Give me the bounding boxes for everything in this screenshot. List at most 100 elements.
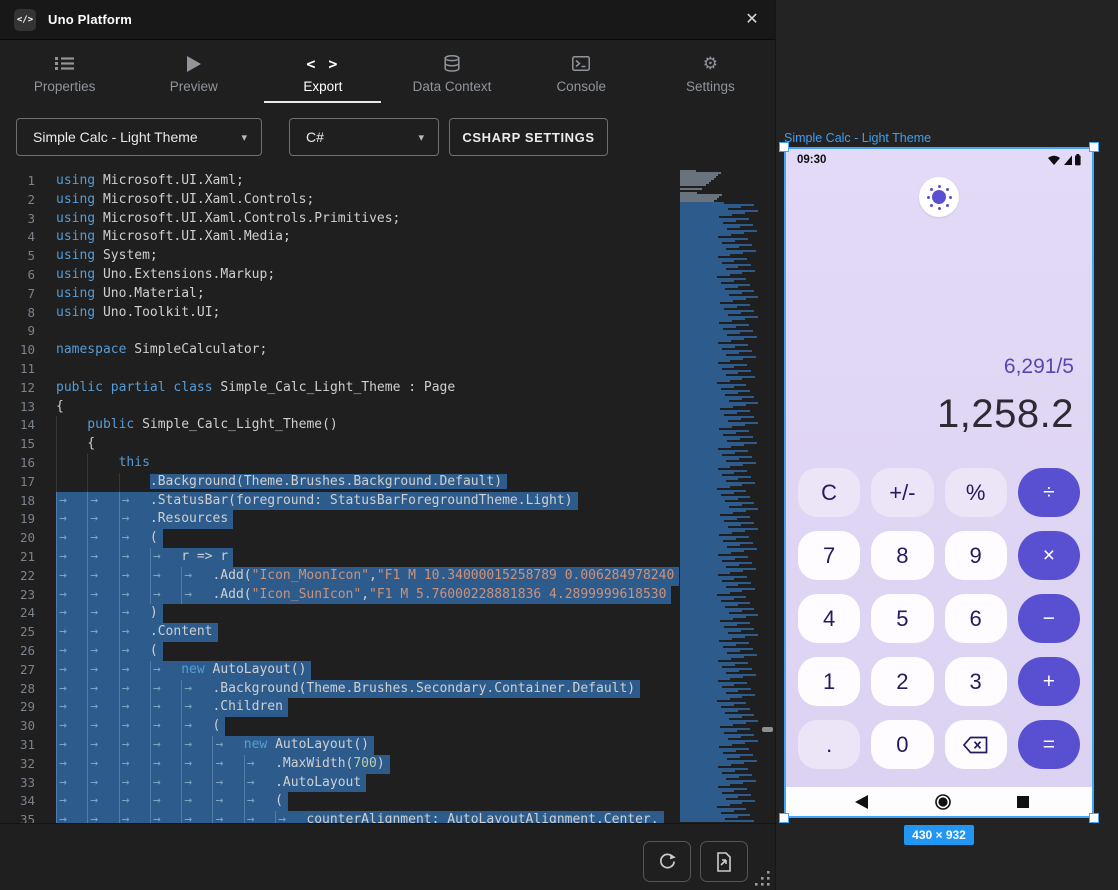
tab-export[interactable]: < >Export (258, 40, 387, 103)
resize-grip[interactable] (755, 871, 771, 887)
line-number: 18 (0, 492, 56, 511)
code-line-2[interactable]: 2using Microsoft.UI.Xaml.Controls; (0, 191, 680, 210)
key-1[interactable]: 1 (798, 657, 860, 706)
code-line-32[interactable]: 32.MaxWidth(700) (0, 755, 680, 774)
code-line-4[interactable]: 4using Microsoft.UI.Xaml.Media; (0, 228, 680, 247)
resize-handle-bottom-left[interactable] (779, 813, 789, 823)
code-line-16[interactable]: 16this (0, 454, 680, 473)
code-line-30[interactable]: 30( (0, 717, 680, 736)
export-file-button[interactable] (700, 841, 748, 882)
key-+[interactable]: + (1018, 657, 1080, 706)
export-file-icon (715, 852, 733, 872)
code-line-3[interactable]: 3using Microsoft.UI.Xaml.Controls.Primit… (0, 210, 680, 229)
back-icon[interactable] (855, 795, 868, 809)
code-line-8[interactable]: 8using Uno.Toolkit.UI; (0, 304, 680, 323)
key-2[interactable]: 2 (871, 657, 933, 706)
code-line-5[interactable]: 5using System; (0, 247, 680, 266)
key-.[interactable]: . (798, 720, 860, 769)
scrollbar-thumb[interactable] (762, 727, 773, 732)
key-8[interactable]: 8 (871, 531, 933, 580)
key-5[interactable]: 5 (871, 594, 933, 643)
preview-page-label[interactable]: Simple Calc - Light Theme (784, 131, 931, 145)
code-line-17[interactable]: 17.Background(Theme.Brushes.Background.D… (0, 473, 680, 492)
line-number: 2 (0, 191, 56, 210)
code-line-15[interactable]: 15{ (0, 435, 680, 454)
tab-properties[interactable]: Properties (0, 40, 129, 103)
key-0[interactable]: 0 (871, 720, 933, 769)
status-bar: 09:30 (786, 149, 1092, 171)
code-line-13[interactable]: 13{ (0, 398, 680, 417)
preview-canvas[interactable]: Simple Calc - Light Theme 09:30 (775, 0, 1118, 890)
key-7[interactable]: 7 (798, 531, 860, 580)
line-number: 29 (0, 698, 56, 717)
key-C[interactable]: C (798, 468, 860, 517)
tab-console[interactable]: Console (517, 40, 646, 103)
scrollbar[interactable] (760, 168, 775, 823)
code-line-31[interactable]: 31new AutoLayout() (0, 736, 680, 755)
code-line-18[interactable]: 18.StatusBar(foreground: StatusBarForegr… (0, 492, 680, 511)
code-line-22[interactable]: 22.Add("Icon_MoonIcon","F1 M 10.34000015… (0, 567, 680, 586)
line-number: 19 (0, 510, 56, 529)
key-+/-[interactable]: +/- (871, 468, 933, 517)
theme-toggle-button[interactable] (919, 177, 959, 217)
code-line-23[interactable]: 23.Add("Icon_SunIcon","F1 M 5.7600022888… (0, 586, 680, 605)
resize-handle-bottom-right[interactable] (1089, 813, 1099, 823)
code-editor[interactable]: 1using Microsoft.UI.Xaml;2using Microsof… (0, 168, 775, 823)
code-line-1[interactable]: 1using Microsoft.UI.Xaml; (0, 172, 680, 191)
calculator-display: 6,291/5 1,258.2 (937, 355, 1074, 437)
language-select[interactable]: C# ▾ (289, 118, 439, 156)
key-4[interactable]: 4 (798, 594, 860, 643)
key-−[interactable]: − (1018, 594, 1080, 643)
tab-label: Preview (170, 79, 218, 94)
line-number: 9 (0, 322, 56, 341)
line-number: 17 (0, 473, 56, 492)
code-line-11[interactable]: 11 (0, 360, 680, 379)
component-select[interactable]: Simple Calc - Light Theme ▾ (16, 118, 262, 156)
line-number: 26 (0, 642, 56, 661)
code-line-33[interactable]: 33.AutoLayout (0, 774, 680, 793)
line-number: 24 (0, 604, 56, 623)
code-line-21[interactable]: 21r => r (0, 548, 680, 567)
code-line-10[interactable]: 10namespace SimpleCalculator; (0, 341, 680, 360)
phone-preview[interactable]: 09:30 6,291/5 1,258.2 C+/-%÷ (784, 147, 1094, 818)
key-3[interactable]: 3 (945, 657, 1007, 706)
tab-data-context[interactable]: Data Context (387, 40, 516, 103)
code-line-6[interactable]: 6using Uno.Extensions.Markup; (0, 266, 680, 285)
minimap[interactable] (680, 168, 760, 823)
csharp-settings-button[interactable]: CSHARP SETTINGS (449, 118, 608, 156)
key-=[interactable]: = (1018, 720, 1080, 769)
code-line-35[interactable]: 35counterAlignment: AutoLayoutAlignment.… (0, 811, 680, 823)
code-line-9[interactable]: 9 (0, 322, 680, 341)
code-line-14[interactable]: 14public Simple_Calc_Light_Theme() (0, 416, 680, 435)
code-line-34[interactable]: 34( (0, 792, 680, 811)
code-line-29[interactable]: 29.Children (0, 698, 680, 717)
code-lines[interactable]: 1using Microsoft.UI.Xaml;2using Microsof… (0, 168, 680, 823)
code-line-25[interactable]: 25.Content (0, 623, 680, 642)
key-%[interactable]: % (945, 468, 1007, 517)
code-line-28[interactable]: 28.Background(Theme.Brushes.Secondary.Co… (0, 680, 680, 699)
line-number: 7 (0, 285, 56, 304)
resize-handle-top-left[interactable] (779, 142, 789, 152)
code-line-19[interactable]: 19.Resources (0, 510, 680, 529)
key-9[interactable]: 9 (945, 531, 1007, 580)
line-number: 16 (0, 454, 56, 473)
tab-preview[interactable]: Preview (129, 40, 258, 103)
line-number: 22 (0, 567, 56, 586)
tab-settings[interactable]: ⚙Settings (646, 40, 775, 103)
code-line-27[interactable]: 27new AutoLayout() (0, 661, 680, 680)
refresh-button[interactable] (643, 841, 691, 882)
key-6[interactable]: 6 (945, 594, 1007, 643)
code-line-24[interactable]: 24) (0, 604, 680, 623)
key-backspace[interactable] (945, 720, 1007, 769)
home-icon[interactable] (935, 794, 951, 810)
code-line-20[interactable]: 20( (0, 529, 680, 548)
key-×[interactable]: × (1018, 531, 1080, 580)
close-icon[interactable]: ✕ (739, 7, 765, 33)
code-line-7[interactable]: 7using Uno.Material; (0, 285, 680, 304)
resize-handle-top-right[interactable] (1089, 142, 1099, 152)
code-line-12[interactable]: 12public partial class Simple_Calc_Light… (0, 379, 680, 398)
code-line-26[interactable]: 26( (0, 642, 680, 661)
recents-icon[interactable] (1017, 796, 1029, 808)
line-number: 14 (0, 416, 56, 435)
key-÷[interactable]: ÷ (1018, 468, 1080, 517)
